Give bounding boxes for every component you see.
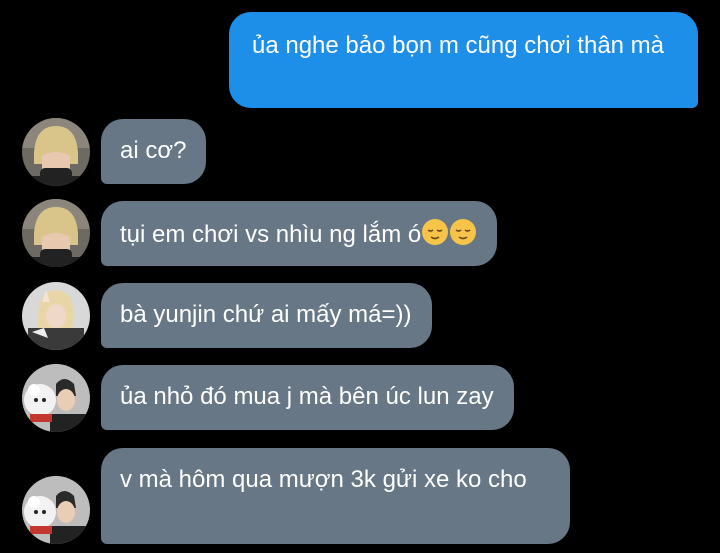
message-text: ai cơ? [120,137,187,164]
message-text: tụi em chơi vs nhìu ng lắm ó [120,221,422,248]
relieved-face-emoji [449,218,477,254]
incoming-message-bubble[interactable]: v mà hôm qua mượn 3k gửi xe ko cho [101,448,570,544]
message-text: ủa nhỏ đó mua j mà bên úc lun zay [120,383,494,410]
incoming-message-bubble[interactable]: ai cơ? [101,119,207,184]
sender-avatar[interactable] [22,476,90,544]
incoming-message-bubble[interactable]: bà yunjin chứ ai mấy má=)) [101,283,432,348]
incoming-message-bubble[interactable]: ủa nhỏ đó mua j mà bên úc lun zay [101,365,514,430]
relieved-face-emoji [421,218,449,254]
message-text: bà yunjin chứ ai mấy má=)) [120,301,412,328]
message-text: ủa nghe bảo bọn m cũng chơi thân mà [252,32,665,59]
sender-avatar[interactable] [22,118,90,186]
message-text: v mà hôm qua mượn 3k gửi xe ko cho [120,466,527,493]
incoming-message-bubble[interactable]: tụi em chơi vs nhìu ng lắm ó [101,201,498,266]
outgoing-message-bubble[interactable]: ủa nghe bảo bọn m cũng chơi thân mà [229,12,698,108]
sender-avatar[interactable] [22,364,90,432]
sender-avatar[interactable] [22,282,90,350]
sender-avatar[interactable] [22,199,90,267]
